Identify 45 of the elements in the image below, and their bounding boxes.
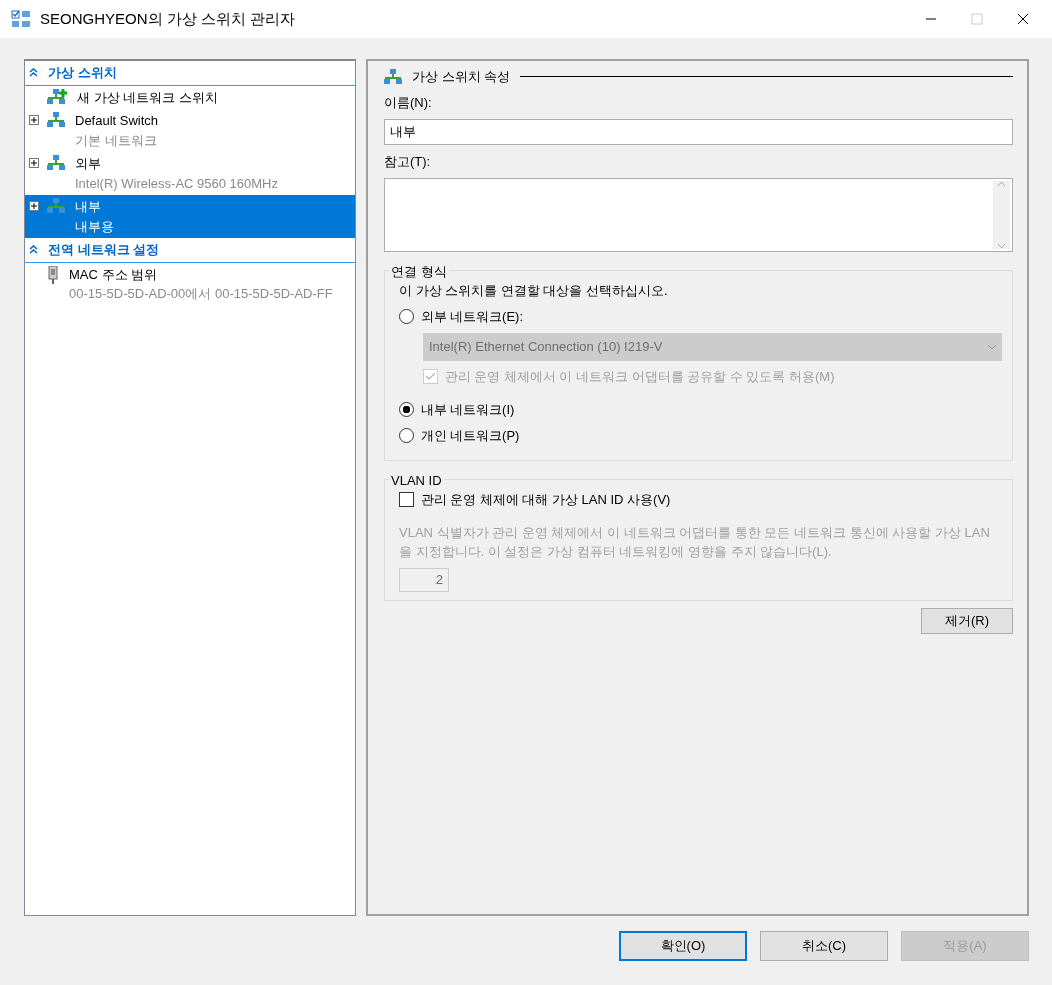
remove-button[interactable]: 제거(R) <box>921 607 1013 634</box>
radio-option[interactable]: 내부 네트워크(I) <box>399 399 515 419</box>
network-add-icon <box>47 88 67 105</box>
radio-option[interactable]: 외부 네트워크(E): <box>399 307 524 327</box>
item-description: 기본 네트워크 <box>75 131 158 150</box>
app-icon <box>10 9 32 29</box>
tree-item[interactable]: 내부 내부용 <box>25 195 355 238</box>
instruction-text: 이 가상 스위치를 연결할 대상을 선택하십시오. <box>399 282 669 300</box>
item-description: 내부용 <box>75 217 114 236</box>
field-label: 이름(N): <box>384 94 433 112</box>
item-description: Intel(R) Wireless-AC 9560 160MHz <box>75 174 278 193</box>
network-icon <box>384 69 402 85</box>
collapse-icon <box>29 68 38 78</box>
tree-item[interactable]: 외부 Intel(R) Wireless-AC 9560 160MHz <box>25 152 355 195</box>
maximize-icon <box>971 13 983 25</box>
network-icon <box>47 155 65 170</box>
tree-item[interactable]: Default Switch 기본 네트워크 <box>25 109 355 152</box>
item-label: MAC 주소 범위 <box>69 265 159 284</box>
close-icon <box>1017 13 1029 25</box>
section-header[interactable]: 전역 네트워크 설정 <box>25 238 355 263</box>
dialog-button[interactable]: 취소(C) <box>760 931 888 961</box>
tree-item[interactable]: MAC 주소 범위 00-15-5D-5D-AD-00에서 00-15-5D-5D-AD-FF <box>25 262 355 306</box>
item-label: 내부 <box>75 198 102 216</box>
item-description: 00-15-5D-5D-AD-00에서 00-15-5D-5D-AD-FF <box>69 285 333 303</box>
item-label: 외부 <box>75 155 102 173</box>
item-label: Default Switch <box>75 112 159 130</box>
collapse-icon <box>29 245 38 255</box>
section-header[interactable]: 가상 스위치 <box>25 61 355 86</box>
section-heading: 가상 스위치 속성 <box>412 68 511 86</box>
scroll-down-icon <box>997 242 1006 249</box>
radio-option[interactable]: 개인 네트워크(P) <box>399 425 520 445</box>
tree-item[interactable]: 새 가상 네트워크 스위치 <box>25 85 355 109</box>
scroll-up-icon <box>997 180 1006 187</box>
field-label: 참고(T): <box>384 152 432 171</box>
network-icon <box>47 112 65 127</box>
network-icon <box>47 198 65 213</box>
adapter-icon <box>47 265 59 284</box>
notes-field[interactable] <box>384 177 1013 252</box>
description-text: VLAN 식별자가 관리 운영 체제에서 이 네트워크 어댑터를 통한 모든 네트워크 통신에 사용할 가상 LAN을 지정합니다. 이 설정은 가상 컴퓨터 네트워킹에 영향을 주지 않습니다(L). <box>399 523 991 561</box>
item-label: 새 가상 네트워크 스위치 <box>77 88 218 107</box>
dropdown-caret-icon <box>988 344 996 350</box>
scrollbar[interactable] <box>993 180 1010 249</box>
dialog-button[interactable]: 확인(O) <box>619 931 747 961</box>
window-title: SEONGHYEON의 가상 스위치 관리자 <box>40 8 297 29</box>
name-field[interactable]: 내부 <box>384 119 1013 145</box>
